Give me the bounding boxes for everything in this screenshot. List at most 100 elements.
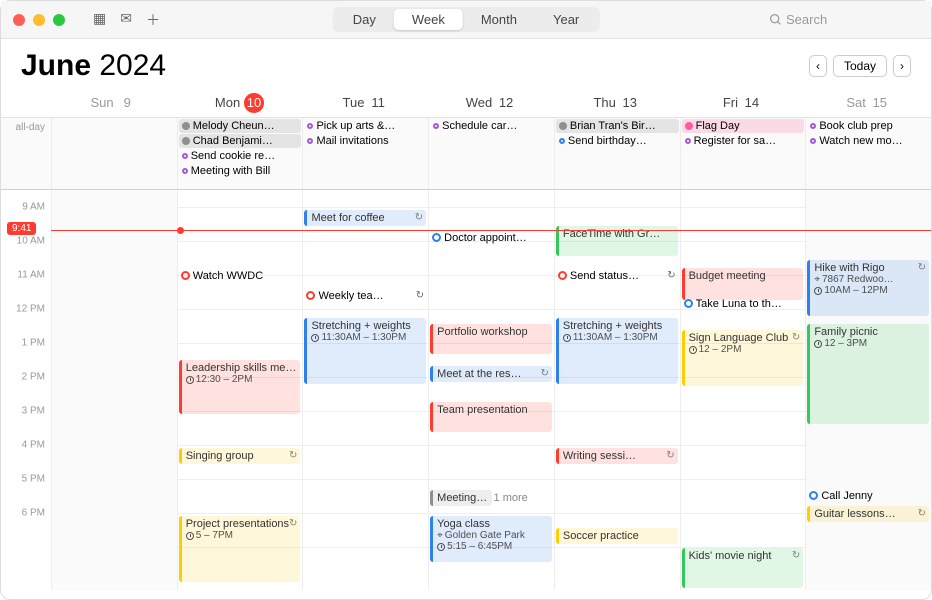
hour-label: 4 PM [22, 440, 45, 451]
month-title: June 2024 [21, 49, 166, 83]
day-header[interactable]: Tue 11 [302, 89, 428, 117]
allday-event[interactable]: Schedule car… [430, 119, 553, 133]
more-events[interactable]: 1 more [492, 490, 552, 505]
allday-event[interactable]: Send cookie re… [179, 149, 302, 163]
event[interactable]: Writing sessi…↻ [556, 448, 678, 464]
day-header[interactable]: Sat 15 [805, 89, 931, 117]
allday-row: all-day Melody Cheun…Chad Benjami…Send c… [1, 118, 931, 190]
allday-col[interactable]: Schedule car… [428, 118, 554, 189]
allday-event[interactable]: Book club prep [807, 119, 930, 133]
event[interactable]: Stretching + weights11:30AM – 1:30PM [556, 318, 678, 384]
event[interactable]: Soccer practice [556, 528, 678, 544]
search-placeholder: Search [786, 12, 827, 27]
next-button[interactable]: › [893, 55, 911, 77]
view-year[interactable]: Year [535, 9, 597, 30]
allday-col[interactable]: Melody Cheun…Chad Benjami…Send cookie re… [177, 118, 303, 189]
hour-label: 3 PM [22, 406, 45, 417]
day-header[interactable]: Wed 12 [428, 89, 554, 117]
hour-label: 11 AM [17, 270, 45, 281]
allday-event[interactable]: Brian Tran's Bir… [556, 119, 679, 133]
hour-label: 2 PM [22, 372, 45, 383]
day-column[interactable]: Budget meetingTake Luna to th…Sign Langu… [680, 190, 806, 590]
day-header[interactable]: Sun 9 [51, 89, 177, 117]
allday-event[interactable]: Chad Benjami… [179, 134, 302, 148]
day-columns: Watch WWDC Leadership skills meeting12:30… [51, 190, 931, 590]
event[interactable]: Take Luna to th… [682, 296, 804, 311]
event[interactable]: Team presentation [430, 402, 552, 432]
event[interactable]: Meeting… [430, 490, 491, 506]
inbox-icon[interactable]: ✉ [120, 10, 132, 30]
allday-col[interactable]: Book club prepWatch new mo… [805, 118, 931, 189]
allday-event[interactable]: Melody Cheun… [179, 119, 302, 133]
event[interactable]: Sign Language Club12 – 2PM↻ [682, 330, 804, 386]
day-column[interactable]: FaceTime with Gr…Send status…↻Stretching… [554, 190, 680, 590]
view-month[interactable]: Month [463, 9, 535, 30]
event[interactable]: Family picnic12 – 3PM [807, 324, 929, 424]
location-icon: ⌖ [437, 530, 443, 541]
event[interactable]: Send status…↻ [556, 268, 678, 283]
close-icon[interactable] [13, 14, 25, 26]
allday-col[interactable]: Brian Tran's Bir…Send birthday… [554, 118, 680, 189]
event[interactable]: Meet for coffee↻ [304, 210, 426, 226]
hour-label: 6 PM [22, 508, 45, 519]
event[interactable]: Hike with Rigo⌖7867 Redwoo…10AM – 12PM↻ [807, 260, 929, 316]
clock-icon [814, 340, 822, 348]
allday-event[interactable]: Meeting with Bill [179, 164, 302, 178]
hour-label: 1 PM [22, 338, 45, 349]
window-controls [13, 14, 65, 26]
allday-col[interactable]: Pick up arts &…Mail invitations [302, 118, 428, 189]
allday-event[interactable]: Watch new mo… [807, 134, 930, 148]
repeat-icon: ↻ [415, 212, 423, 223]
allday-event[interactable]: Register for sa… [682, 134, 805, 148]
event[interactable]: Call Jenny [807, 488, 929, 503]
allday-event[interactable]: Send birthday… [556, 134, 679, 148]
search-input[interactable]: Search [769, 12, 919, 27]
day-column[interactable]: Hike with Rigo⌖7867 Redwoo…10AM – 12PM↻ F… [805, 190, 931, 590]
hour-label: 12 PM [16, 304, 45, 315]
day-column[interactable] [51, 190, 177, 590]
calendars-icon[interactable]: ▦ [93, 10, 106, 30]
event[interactable]: Kids' movie night↻ [682, 548, 804, 588]
event[interactable]: Watch WWDC [179, 268, 301, 283]
add-icon[interactable]: ＋ [146, 10, 160, 30]
view-week[interactable]: Week [394, 9, 463, 30]
repeat-icon: ↻ [666, 450, 674, 461]
event[interactable]: Meet at the res…↻ [430, 366, 552, 382]
event[interactable]: Singing group↻ [179, 448, 301, 464]
titlebar: ▦ ✉ ＋ DayWeekMonthYear Search [1, 1, 931, 39]
now-line [51, 230, 931, 231]
allday-col[interactable] [51, 118, 177, 189]
clock-icon [311, 334, 319, 342]
event[interactable]: Yoga class⌖Golden Gate Park5:15 – 6:45PM [430, 516, 552, 562]
event[interactable]: Doctor appoint… [430, 230, 552, 245]
hour-label: 5 PM [22, 474, 45, 485]
hour-label: 9 AM [22, 202, 45, 213]
zoom-icon[interactable] [53, 14, 65, 26]
today-button[interactable]: Today [833, 55, 887, 77]
clock-icon [563, 334, 571, 342]
day-column[interactable]: Watch WWDC Leadership skills meeting12:30… [177, 190, 303, 590]
clock-icon [186, 532, 194, 540]
event[interactable]: Weekly tea…↻ [304, 288, 426, 303]
allday-col[interactable]: Flag DayRegister for sa… [680, 118, 806, 189]
allday-event[interactable]: Flag Day [682, 119, 805, 133]
event[interactable]: Stretching + weights11:30AM – 1:30PM [304, 318, 426, 384]
day-column[interactable]: Meet for coffee↻ Weekly tea…↻ Stretching +… [302, 190, 428, 590]
day-header[interactable]: Mon 10 [177, 89, 303, 117]
allday-event[interactable]: Mail invitations [304, 134, 427, 148]
day-column[interactable]: Doctor appoint… Portfolio workshop Meet at… [428, 190, 554, 590]
event[interactable]: Portfolio workshop [430, 324, 552, 354]
event[interactable]: Guitar lessons…↻ [807, 506, 929, 522]
allday-event[interactable]: Pick up arts &… [304, 119, 427, 133]
event[interactable]: Project presentations5 – 7PM↻ [179, 516, 301, 582]
event[interactable]: Leadership skills meeting12:30 – 2PM [179, 360, 301, 414]
minimize-icon[interactable] [33, 14, 45, 26]
view-day[interactable]: Day [335, 9, 394, 30]
prev-button[interactable]: ‹ [809, 55, 827, 77]
day-header[interactable]: Thu 13 [554, 89, 680, 117]
nav-controls: ‹ Today › [809, 55, 911, 77]
time-gutter: 9 AM10 AM11 AM12 PM1 PM2 PM3 PM4 PM5 PM6… [1, 190, 51, 590]
clock-icon [186, 376, 194, 384]
day-header[interactable]: Fri 14 [680, 89, 806, 117]
repeat-icon: ↻ [289, 518, 297, 529]
